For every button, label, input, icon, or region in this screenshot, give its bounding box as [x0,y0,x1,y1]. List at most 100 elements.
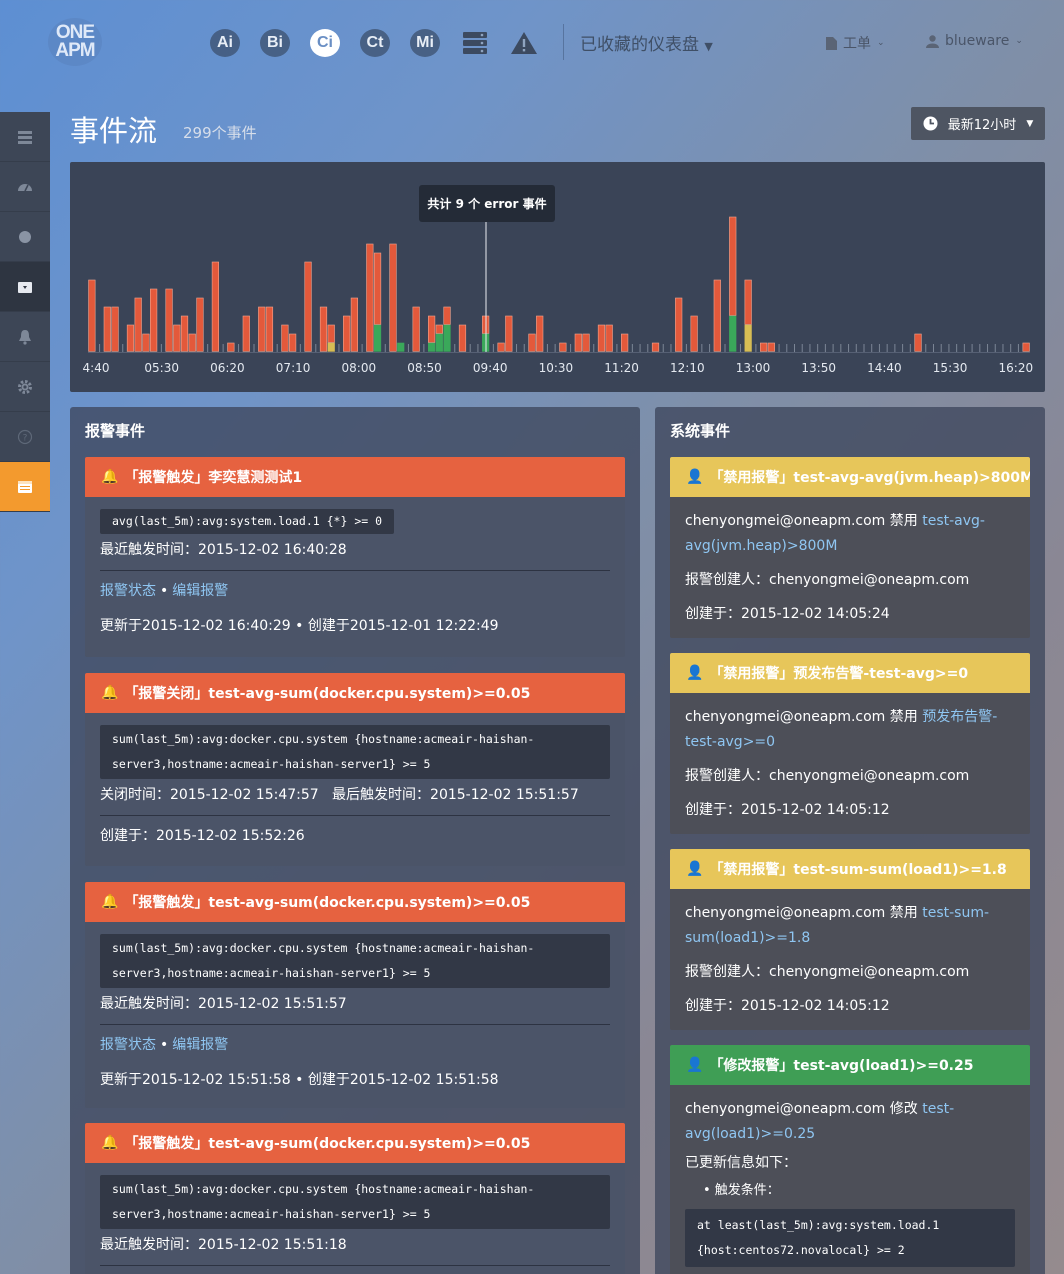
sidebar-item-settings[interactable] [0,362,50,412]
alert-card-header[interactable]: 🔔 「报警关闭」test-avg-sum(docker.cpu.system)>… [85,673,625,713]
product-mi-icon[interactable]: Mi [410,29,440,57]
chart-bar-error [211,261,220,352]
alert-card-title: 「报警触发」李奕慧测测试1 [124,470,303,486]
chart-bar-error [690,315,698,352]
chart-bar-error [289,333,297,352]
caret-down-icon: ▼ [1026,118,1034,129]
chart-bar-error [258,306,266,352]
svg-text:?: ? [23,433,28,443]
chart-bar-success [373,324,382,352]
alert-status-link[interactable]: 报警状态 [100,1037,156,1053]
chart-x-tick-label: 07:10 [276,361,311,375]
favorite-dashboards-label: 已收藏的仪表盘 [580,35,699,55]
chart-bar-error [605,324,613,352]
chart-tick-mark [709,344,711,352]
chart-bar-error [173,324,181,352]
chart-tick-mark [724,344,726,352]
sidebar-item-dashboard[interactable] [0,162,50,212]
event-count: 299个事件 [183,124,257,142]
system-card-header[interactable]: 👤 「修改报警」test-avg(load1)>=0.25 [670,1045,1030,1085]
chart-tick-mark [855,344,857,352]
chart-tick-mark [925,344,927,352]
oneapm-logo[interactable]: ONE APM [48,18,102,66]
sidebar-item-bell[interactable] [0,312,50,362]
chart-bar-error [597,324,606,352]
alert-status-link[interactable]: 报警状态 [100,583,156,599]
system-card-header[interactable]: 👤 「禁用报警」test-sum-sum(load1)>=1.8 [670,849,1030,889]
time-range-button[interactable]: 最新12小时 ▼ [911,107,1045,140]
chart-x-tick-label: 15:30 [933,361,968,375]
chart-bar-error [760,342,768,352]
alert-card-header[interactable]: 🔔 「报警触发」李奕慧测测试1 [85,457,625,497]
alert-card: 🔔 「报警触发」test-avg-sum(docker.cpu.system)>… [85,1123,625,1274]
sidebar-item-help[interactable]: ? [0,412,50,462]
chart-tick-mark [956,344,958,352]
server-list-icon[interactable] [460,29,490,57]
chart-tick-mark [593,344,595,352]
circle-icon [19,230,31,243]
sidebar: ? [0,112,50,512]
caret-down-icon: ▼ [704,40,713,53]
chart-tick-mark [222,344,224,352]
sidebar-item-events[interactable] [0,462,50,512]
chart-tick-mark [817,344,819,352]
chart-x-tick-label: 4:40 [83,361,110,375]
product-ct-icon[interactable]: Ct [360,29,390,57]
chart-tick-mark [878,344,880,352]
sidebar-item-circle[interactable] [0,212,50,262]
chart-tick-mark [701,344,703,352]
bell-icon: 🔔 [101,894,119,910]
alert-triangle-icon[interactable] [509,29,539,57]
alert-time: 最近触发时间：2015-12-02 16:40:28 [100,542,347,558]
chart-bar-error [319,306,328,352]
system-card-header[interactable]: 👤 「禁用报警」test-avg-avg(jvm.heap)>800M [670,457,1030,497]
sidebar-item-list[interactable] [0,112,50,162]
system-card-header[interactable]: 👤 「禁用报警」预发布告警-test-avg>=0 [670,653,1030,693]
product-ci-icon[interactable]: Ci [310,29,340,57]
edit-alert-link[interactable]: 编辑报警 [172,583,228,599]
chart-bar-error [88,279,96,352]
chart-bar-error [150,288,158,352]
user-icon: 👤 [686,665,704,681]
ticket-menu[interactable]: 工单 ⌄ [826,33,885,53]
list-icon [18,130,32,144]
chart-x-tick-label: 09:40 [473,361,508,375]
chart-tick-mark [786,344,788,352]
user-icon [926,34,939,48]
alert-card-header[interactable]: 🔔 「报警触发」test-avg-sum(docker.cpu.system)>… [85,1123,625,1163]
chart-tooltip: 共计 9 个 error 事件 [419,185,555,222]
chart-tick-mark [454,344,456,352]
product-bi-icon[interactable]: Bi [260,29,290,57]
chart-tick-mark [824,344,826,352]
system-created: 创建于：2015-12-02 14:05:24 [685,606,890,622]
chart-tick-mark [477,344,479,352]
system-card: 👤 「禁用报警」test-avg-avg(jvm.heap)>800M chen… [670,457,1030,638]
bell-icon [19,329,31,345]
user-menu[interactable]: blueware ⌄ [926,33,1023,49]
chart-tick-mark [994,344,996,352]
chart-tick-mark [755,344,757,352]
chart-tick-mark [469,344,471,352]
edit-alert-link[interactable]: 编辑报警 [172,1037,228,1053]
chart-x-tick-label: 13:50 [801,361,836,375]
chart-tick-mark [948,344,950,352]
system-action: chenyongmei@oneapm.com 禁用 [685,709,923,725]
alert-card-header[interactable]: 🔔 「报警触发」test-avg-sum(docker.cpu.system)>… [85,882,625,922]
product-ai-icon[interactable]: Ai [210,29,240,57]
divider [100,570,610,571]
chart-tick-mark [554,344,556,352]
chart-bar-error [103,306,111,352]
chart-bar-error [767,342,775,352]
chart-tick-mark [647,344,649,352]
favorite-dashboards-menu[interactable]: 已收藏的仪表盘 ▼ [580,30,713,55]
chart-bar-success [397,342,405,352]
chart-x-tick-label: 05:30 [144,361,179,375]
chart-bar-error [505,315,513,352]
event-timeline-chart[interactable]: 4:40 05:30 06:20 07:10 08:00 08:50 09:40 10:30 1… [70,162,1045,392]
chart-tick-mark [384,344,386,352]
chart-tick-mark [516,344,518,352]
chart-bar-error [126,324,135,352]
alert-card-title: 「报警触发」test-avg-sum(docker.cpu.system)>=0… [124,1136,531,1152]
chevron-down-icon: ⌄ [877,38,885,48]
sidebar-item-archive[interactable] [0,262,50,312]
